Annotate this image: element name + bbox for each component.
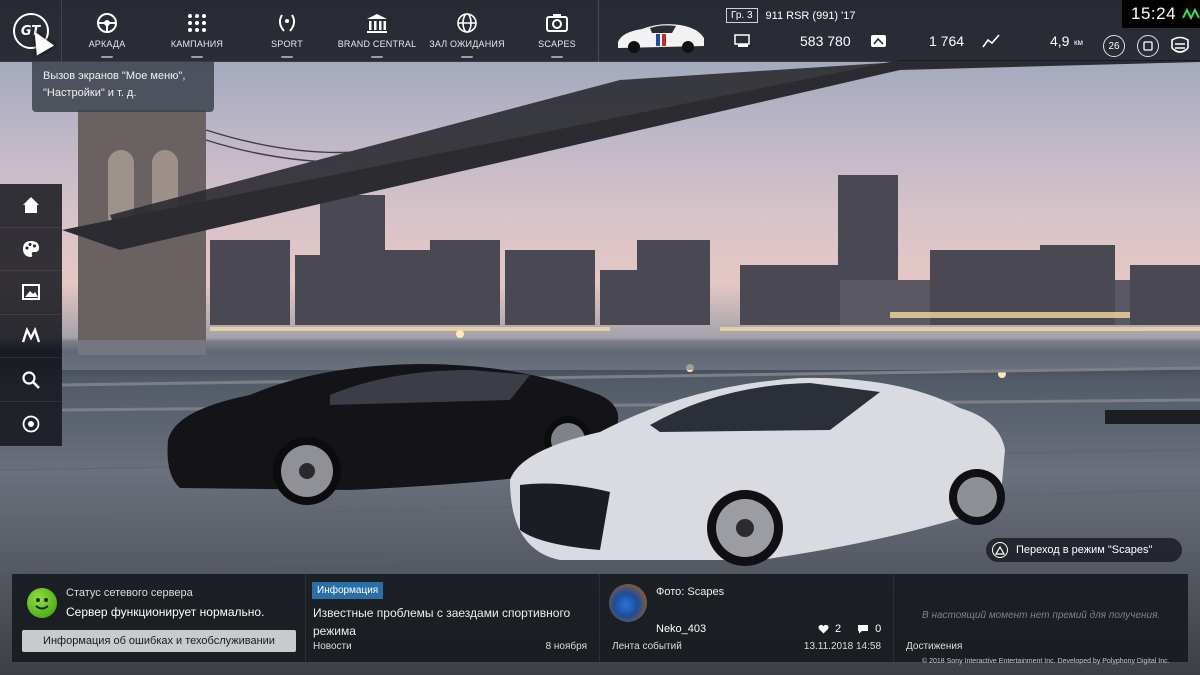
achievements-panel[interactable]: В настоящий момент нет премий для получе… bbox=[894, 574, 1188, 662]
mileage-value: 1 764 bbox=[929, 33, 965, 49]
nav-item-scapes[interactable]: SCAPES bbox=[512, 0, 602, 62]
credits-value: 583 780 bbox=[800, 33, 851, 49]
triangle-button-icon bbox=[992, 542, 1008, 558]
feed-title: Фото: Scapes bbox=[656, 586, 725, 598]
dots-grid-icon bbox=[185, 12, 209, 34]
achievements-empty-text: В настоящий момент нет премий для получе… bbox=[922, 610, 1161, 621]
scapes-hint-label: Переход в режим "Scapes" bbox=[1016, 544, 1153, 556]
distance-value: 4,9 bbox=[1050, 33, 1070, 49]
gt-menu-button[interactable]: GT bbox=[0, 0, 62, 62]
nav-indicator bbox=[101, 56, 113, 58]
news-footer-label: Новости bbox=[313, 641, 352, 652]
record-icon bbox=[22, 415, 40, 433]
nav-item-sport[interactable]: SPORT bbox=[242, 0, 332, 62]
achievements-footer-label: Достижения bbox=[906, 641, 963, 652]
player-stats: 583 780 1 764 4,9 км bbox=[726, 33, 1196, 56]
building-icon bbox=[365, 12, 389, 34]
current-car-thumbnail[interactable] bbox=[612, 16, 710, 56]
steering-wheel-icon bbox=[95, 12, 119, 34]
nav-item-label: BRAND CENTRAL bbox=[337, 39, 417, 49]
comment-icon bbox=[858, 625, 869, 634]
tooltip-line: "Настройки" и т. д. bbox=[43, 87, 137, 99]
friends-icon[interactable] bbox=[1137, 35, 1159, 57]
heart-icon bbox=[818, 624, 829, 634]
copyright-text: © 2018 Sony Interactive Entertainment In… bbox=[922, 658, 1170, 665]
sidebar-item-gt-auto[interactable] bbox=[0, 315, 62, 359]
comments-count: 0 bbox=[875, 623, 882, 635]
feed-reactions: 2 0 bbox=[818, 623, 881, 635]
news-body: Известные проблемы с заездами спортивног… bbox=[313, 606, 571, 638]
nav-item-brand-central[interactable]: BRAND CENTRAL bbox=[332, 0, 422, 62]
main-nav: АРКАДА КАМПАНИЯ SPORT BRAND CENTRAL ЗАЛ … bbox=[62, 0, 602, 62]
sidebar-item-search[interactable] bbox=[0, 358, 62, 402]
nav-item-label: SPORT bbox=[271, 39, 303, 49]
current-car-info: Гр. 3 911 RSR (991) '17 bbox=[726, 8, 856, 23]
scapes-mode-button[interactable]: Переход в режим "Scapes" bbox=[986, 538, 1182, 562]
nav-divider bbox=[598, 0, 599, 62]
car-group-badge: Гр. 3 bbox=[726, 8, 758, 23]
nav-item-label: SCAPES bbox=[538, 39, 576, 49]
network-status-icon bbox=[1182, 7, 1200, 21]
tooltip-line: Вызов экранов "Мое меню", bbox=[43, 70, 186, 82]
server-status-text: Сервер функционирует нормально. bbox=[66, 605, 265, 619]
nav-item-lobby[interactable]: ЗАЛ ОЖИДАНИЯ bbox=[422, 0, 512, 62]
gallery-icon bbox=[22, 284, 40, 301]
server-status-title: Статус сетевого сервера bbox=[66, 587, 193, 599]
car-name: 911 RSR (991) '17 bbox=[765, 9, 856, 22]
news-panel[interactable]: Информация Известные проблемы с заездами… bbox=[306, 574, 600, 662]
nav-item-label: АРКАДА bbox=[88, 39, 126, 49]
nav-indicator bbox=[371, 56, 383, 58]
nav-item-label: ЗАЛ ОЖИДАНИЯ bbox=[429, 39, 505, 49]
home-icon bbox=[23, 197, 39, 214]
camera-icon bbox=[545, 12, 569, 34]
level-badge[interactable]: 26 bbox=[1103, 35, 1125, 57]
clock-time: 15:24 bbox=[1131, 4, 1177, 23]
news-date: 8 ноября bbox=[545, 641, 587, 652]
sidebar-item-gallery[interactable] bbox=[0, 271, 62, 315]
info-tag-badge: Информация bbox=[312, 582, 384, 599]
sidebar-item-replay[interactable] bbox=[0, 402, 62, 446]
distance-graph-icon bbox=[982, 34, 1000, 48]
top-bar: GT АРКАДА КАМПАНИЯ SPORT BRAND CENTRAL З… bbox=[0, 0, 1200, 62]
globe-icon bbox=[455, 12, 479, 34]
feed-username: Neko_403 bbox=[656, 623, 707, 635]
laurel-icon bbox=[275, 12, 299, 34]
maintenance-info-button[interactable]: Информация об ошибках и техобслуживании bbox=[22, 630, 296, 652]
feed-footer-label: Лента событий bbox=[612, 641, 682, 652]
credits-stat: 583 780 bbox=[734, 33, 851, 49]
feed-date: 13.11.2018 14:58 bbox=[803, 641, 881, 652]
activity-feed-panel[interactable]: Фото: Scapes Neko_403 2 0 Лента событий … bbox=[600, 574, 894, 662]
avatar bbox=[609, 584, 647, 622]
nav-item-label: КАМПАНИЯ bbox=[170, 39, 224, 49]
mileage-icon bbox=[871, 35, 886, 47]
server-status-panel: Статус сетевого сервера Сервер функциони… bbox=[12, 574, 306, 662]
nav-indicator bbox=[191, 56, 203, 58]
sport-mode-icon[interactable] bbox=[1168, 34, 1192, 58]
side-menu bbox=[0, 184, 62, 446]
bottom-panels: Статус сетевого сервера Сервер функциони… bbox=[12, 574, 1188, 662]
server-ok-smiley-icon bbox=[27, 588, 57, 618]
distance-stat: 4,9 км bbox=[982, 33, 1083, 49]
menu-tooltip: Вызов экранов "Мое меню", "Настройки" и … bbox=[32, 62, 214, 112]
distance-unit: км bbox=[1074, 38, 1083, 47]
nav-item-arcade[interactable]: АРКАДА bbox=[62, 0, 152, 62]
credits-icon bbox=[734, 34, 750, 47]
palette-icon bbox=[23, 240, 39, 257]
likes-count: 2 bbox=[835, 623, 842, 635]
nav-indicator bbox=[281, 56, 293, 58]
search-icon bbox=[22, 371, 40, 389]
nav-item-campaign[interactable]: КАМПАНИЯ bbox=[152, 0, 242, 62]
clock-widget: 15:24 bbox=[1122, 0, 1200, 28]
nav-indicator bbox=[551, 56, 563, 58]
mileage-stat: 1 764 bbox=[870, 33, 964, 49]
sidebar-item-home[interactable] bbox=[0, 184, 62, 228]
sidebar-item-livery[interactable] bbox=[0, 228, 62, 272]
gt-auto-icon bbox=[21, 326, 41, 343]
nav-indicator bbox=[461, 56, 473, 58]
